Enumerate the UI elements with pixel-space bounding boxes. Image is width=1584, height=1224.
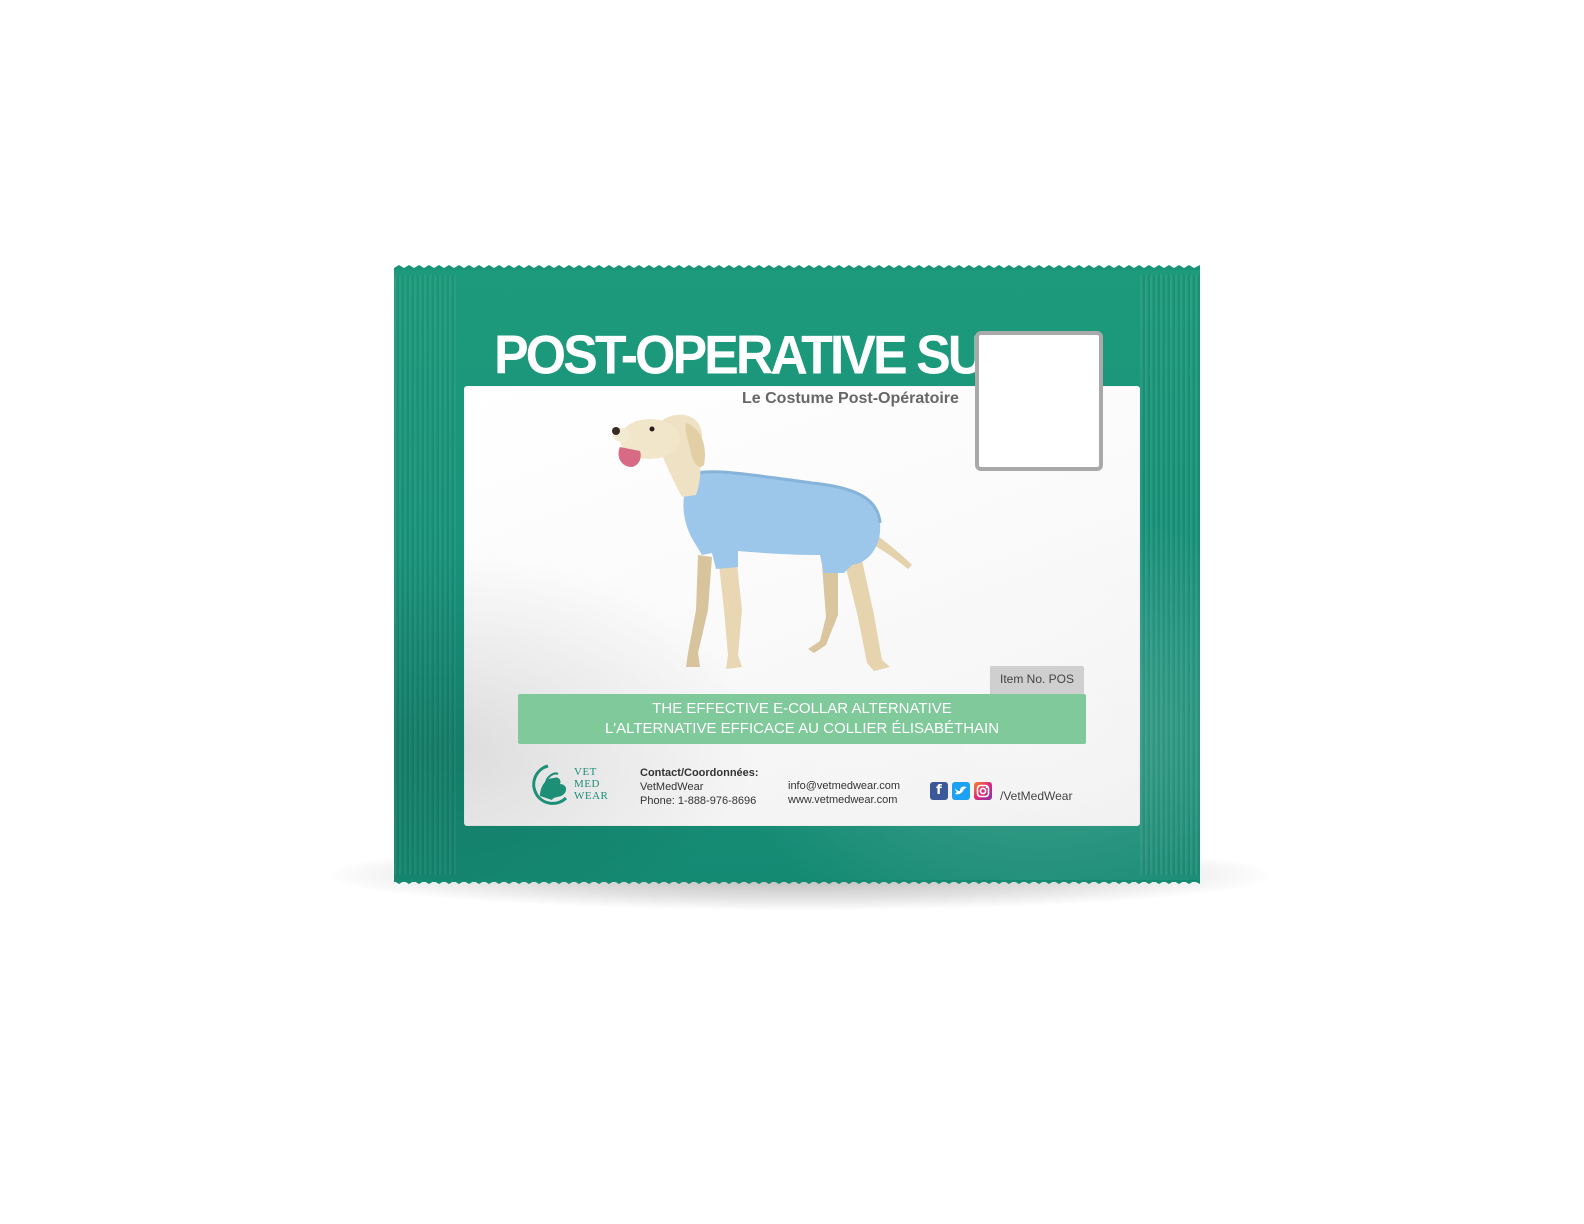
twitter-icon [952, 782, 970, 800]
tagline-english: THE EFFECTIVE E-COLLAR ALTERNATIVE [652, 700, 952, 717]
pouch-right-seal-ridges [1140, 275, 1200, 875]
packshot-stage: POST-OPERATIVE SUIT Le Costume Post-Opér… [0, 0, 1584, 1224]
pouch-left-seal-ridges [394, 275, 456, 875]
tagline-french: L'ALTERNATIVE EFFICACE AU COLLIER ÉLISAB… [604, 720, 1000, 737]
pouch-serrated-bottom-edge [394, 876, 1200, 884]
contact-company: VetMedWear [640, 781, 704, 793]
dog-in-blue-suit-image [612, 414, 912, 671]
tagline-banner: THE EFFECTIVE E-COLLAR ALTERNATIVE L'ALT… [518, 694, 1086, 744]
instagram-icon [974, 782, 992, 800]
label-window-box [975, 331, 1103, 471]
web-contact-block: info@vetmedwear.com www.vetmedwear.com [788, 779, 900, 807]
contact-block: Contact/Coordonnées: VetMedWear Phone: 1… [640, 766, 759, 808]
vetmedwear-logo-text: VET MED WEAR [574, 766, 608, 802]
contact-heading: Contact/Coordonnées: [640, 767, 759, 779]
contact-phone: Phone: 1-888-976-8696 [640, 795, 757, 807]
facebook-icon: f [930, 782, 948, 800]
product-title: POST-OPERATIVE SUIT [494, 325, 1026, 386]
contact-website: www.vetmedwear.com [788, 794, 898, 806]
logo-line-wear: WEAR [574, 790, 609, 802]
logo-line-med: MED [574, 778, 600, 790]
logo-line-vet: VET [574, 766, 597, 778]
contact-email: info@vetmedwear.com [788, 780, 901, 792]
social-icons: f [930, 782, 992, 800]
social-handle: /VetMedWear [1000, 789, 1073, 803]
item-number-tab: Item No. POS [990, 666, 1084, 696]
